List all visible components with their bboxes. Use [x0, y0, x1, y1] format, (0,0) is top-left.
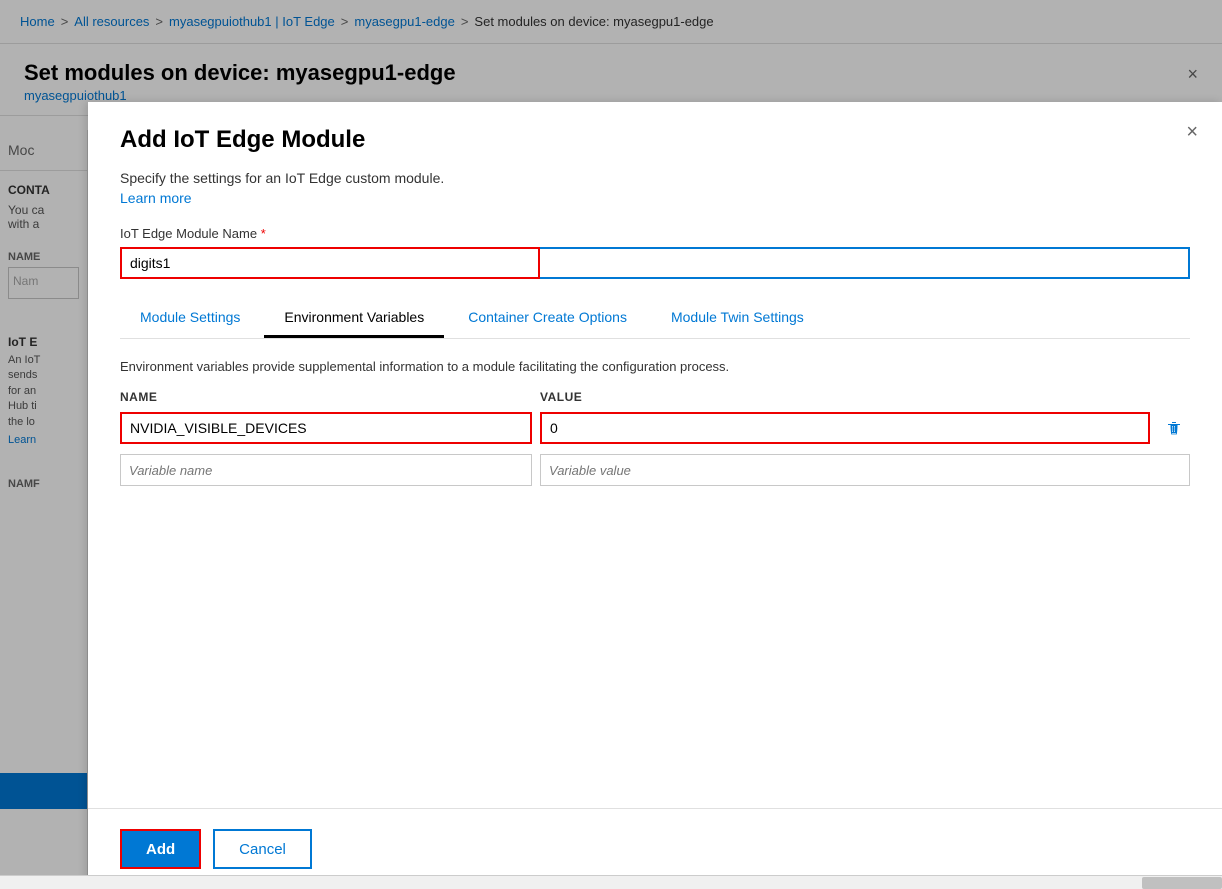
required-indicator: * [261, 226, 266, 241]
env-name-input-empty[interactable] [120, 454, 532, 486]
modal-learn-more-link[interactable]: Learn more [120, 190, 192, 206]
add-button[interactable]: Add [120, 829, 201, 869]
env-value-input-1[interactable] [540, 412, 1150, 444]
env-description: Environment variables provide supplement… [120, 359, 1190, 374]
env-row-1 [120, 412, 1190, 444]
env-table-header: NAME VALUE [120, 390, 1190, 404]
tab-bar: Module Settings Environment Variables Co… [120, 299, 1190, 339]
modal-body: Specify the settings for an IoT Edge cus… [88, 170, 1222, 889]
modal-title: Add IoT Edge Module [120, 126, 1190, 154]
add-iot-edge-module-modal: Add IoT Edge Module × Specify the settin… [88, 102, 1222, 889]
module-name-label: IoT Edge Module Name * [120, 226, 1190, 241]
module-name-input-row [120, 247, 1190, 279]
module-name-input-empty[interactable] [540, 247, 1190, 279]
env-name-input-1[interactable] [120, 412, 532, 444]
tab-module-twin-settings[interactable]: Module Twin Settings [651, 299, 824, 338]
modal-description: Specify the settings for an IoT Edge cus… [120, 170, 1190, 186]
tab-environment-variables[interactable]: Environment Variables [264, 299, 444, 338]
env-variables-tab-content: Environment variables provide supplement… [120, 355, 1190, 486]
env-value-input-empty[interactable] [540, 454, 1190, 486]
tab-module-settings[interactable]: Module Settings [120, 299, 260, 338]
modal-header: Add IoT Edge Module × [88, 102, 1222, 170]
module-name-input-filled[interactable] [120, 247, 540, 279]
tab-container-create-options[interactable]: Container Create Options [448, 299, 647, 338]
env-delete-button-1[interactable] [1158, 412, 1190, 444]
cancel-button[interactable]: Cancel [213, 829, 312, 869]
horizontal-scrollbar[interactable] [0, 875, 1222, 889]
env-row-empty [120, 454, 1190, 486]
scroll-thumb[interactable] [1142, 877, 1222, 889]
modal-close-button[interactable]: × [1186, 122, 1198, 142]
env-col-name-header: NAME [120, 390, 540, 404]
env-col-value-header: VALUE [540, 390, 1190, 404]
